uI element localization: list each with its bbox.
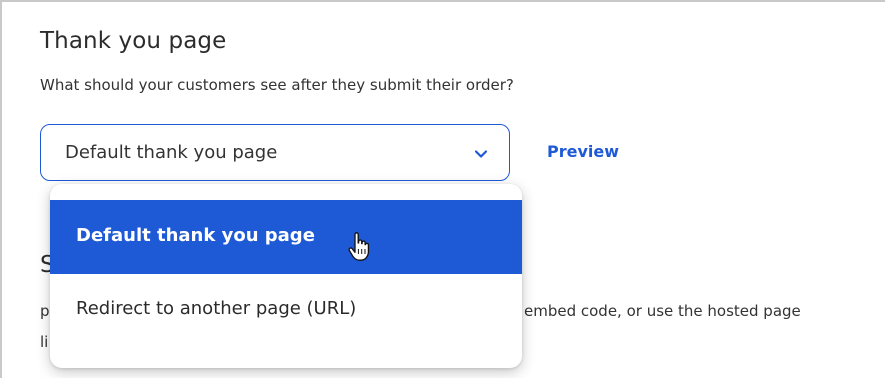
preview-link[interactable]: Preview: [547, 142, 619, 161]
select-value: Default thank you page: [65, 142, 278, 163]
option-label: Default thank you page: [76, 225, 315, 246]
chevron-down-icon: [474, 150, 488, 158]
thank-you-page-dropdown-menu: Default thank you page Redirect to anoth…: [50, 184, 522, 368]
thank-you-page-select[interactable]: Default thank you page: [40, 124, 510, 181]
hand-pointer-icon: [348, 232, 370, 261]
section-title: Thank you page: [40, 28, 227, 54]
next-section-text: embed code, or use the hosted page: [524, 302, 801, 320]
next-section-text-fragment-2: li: [40, 333, 49, 351]
thank-you-page-settings: Thank you page What should your customer…: [0, 0, 885, 378]
option-redirect-to-url[interactable]: Redirect to another page (URL): [50, 274, 522, 348]
option-label: Redirect to another page (URL): [76, 298, 357, 319]
option-default-thank-you-page[interactable]: Default thank you page: [50, 200, 522, 274]
next-section-text-fragment: p: [40, 302, 50, 320]
section-description: What should your customers see after the…: [40, 76, 514, 94]
